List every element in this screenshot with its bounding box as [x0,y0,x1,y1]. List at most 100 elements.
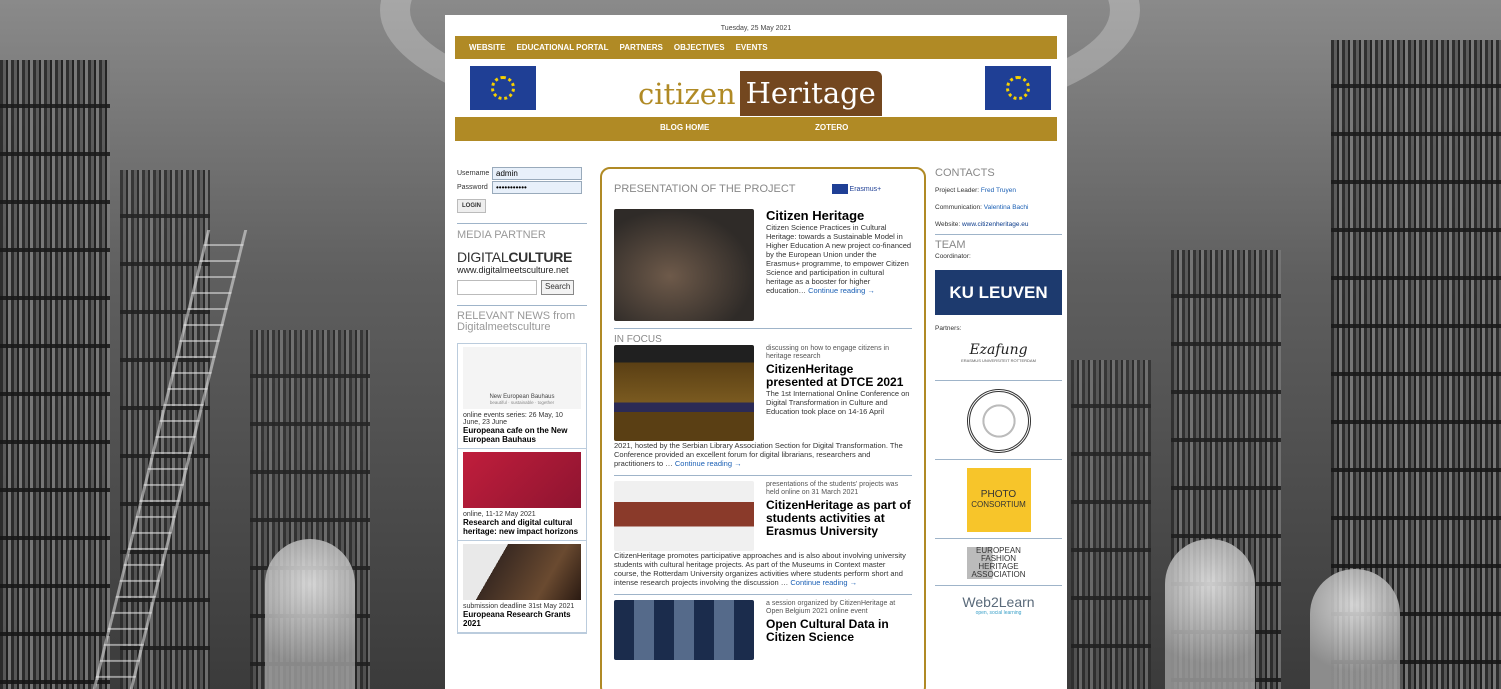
divider [935,380,1062,381]
dtce-thumbnail[interactable] [614,345,754,441]
bookshelf-left [0,60,110,689]
search-button[interactable]: Search [541,280,575,295]
current-date: Tuesday, 25 May 2021 [720,25,792,32]
nav-website[interactable]: WEBSITE [469,43,505,52]
erasmus-label: Erasmus+ [849,185,882,193]
divider [935,538,1062,539]
research-image [463,452,581,508]
logo-subtext: open, social learning [975,610,1022,616]
eu-flag-icon [985,66,1051,110]
divider [935,234,1062,235]
continue-reading-link[interactable]: Continue reading → [808,286,875,295]
logo-text: Ezafung [969,342,1028,358]
leader-label: Project Leader: [935,187,980,194]
page-container: Tuesday, 25 May 2021 WEBSITE EDUCATIONAL… [445,15,1067,689]
focus-title[interactable]: Open Cultural Data in Citizen Science [766,618,912,644]
logo-text: Web2Learn [962,594,1035,610]
logo-subtext: ERASMUS UNIVERSITEIT ROTTERDAM [961,358,1036,363]
focus-body-continued: 2021, hosted by the Serbian Library Asso… [614,441,903,468]
news-item[interactable]: online, 11-12 May 2021 Research and digi… [458,449,586,541]
ku-leuven-logo[interactable]: KU LEUVEN [935,270,1062,315]
bookshelf-right [1071,360,1151,689]
nav-partners[interactable]: PARTNERS [619,43,662,52]
news-title[interactable]: Europeana Research Grants 2021 [463,610,581,628]
divider [614,594,912,595]
news-title[interactable]: Europeana cafe on the New European Bauha… [463,426,581,444]
search-input[interactable] [457,280,537,295]
media-partner-title: MEDIA PARTNER [457,229,546,241]
focus-item: a session organized by CitizenHeritage a… [614,600,912,660]
communication-label: Communication: [935,204,982,211]
focus-meta: discussing on how to engage citizens in … [766,345,889,360]
header-banner: citizen Heritage [445,59,1067,117]
continue-reading-link[interactable]: Continue reading → [790,578,857,587]
news-item[interactable]: New European Bauhaus beautiful · sustain… [458,344,586,449]
partner-url[interactable]: www.digitalmeetsculture.net [457,265,587,275]
login-button[interactable]: LOGIN [457,199,486,213]
website-label: Website: [935,221,961,228]
statue [1165,539,1255,689]
divider [935,459,1062,460]
statue [265,539,355,689]
username-input[interactable] [492,167,582,180]
seal-icon [966,389,1031,453]
communication-link[interactable]: Valentina Bachi [984,204,1029,211]
team-title: TEAM [935,239,966,251]
focus-item: presentations of the students' projects … [614,481,912,551]
news-meta: online events series: 26 May, 10 June, 2… [463,412,563,426]
statue [1310,569,1400,689]
focus-title[interactable]: CitizenHeritage presented at DTCE 2021 [766,363,912,389]
meeting-photo[interactable] [614,209,754,321]
project-leader-link[interactable]: Fred Truyen [981,187,1016,194]
left-sidebar: Username Password LOGIN MEDIA PARTNER DI… [457,167,587,634]
web2learn-logo[interactable]: Web2Learn open, social learning [935,594,1062,616]
focus-body: CitizenHeritage promotes participative a… [614,551,906,587]
article-title[interactable]: Citizen Heritage [766,209,912,223]
erasmus-plus-logo: Erasmus+ [831,184,882,194]
bauhaus-image: New European Bauhaus beautiful · sustain… [463,347,581,409]
focus-item: discussing on how to engage citizens in … [614,345,912,441]
right-sidebar: CONTACTS Project Leader: Fred Truyen Com… [935,167,1062,616]
divider [614,328,912,329]
erasmus-thumbnail[interactable] [614,481,754,551]
photoconsortium-logo[interactable]: PHOTO CONSORTIUM [935,468,1062,532]
erasmus-university-logo[interactable]: Ezafung ERASMUS UNIVERSITEIT ROTTERDAM [935,342,1062,374]
password-input[interactable] [492,181,582,194]
logo-part: DIGITAL [457,249,509,265]
eu-flag-icon [831,184,848,194]
nav-zotero[interactable]: ZOTERO [815,123,848,132]
nav-educational-portal[interactable]: EDUCATIONAL PORTAL [516,43,608,52]
article-body: Citizen Science Practices in Cultural He… [766,223,912,295]
partners-label: Partners: [935,325,962,332]
site-logo[interactable]: citizen Heritage [638,71,882,116]
nav-events[interactable]: EVENTS [736,43,768,52]
username-label: Username [457,170,490,177]
eu-flag-icon [470,66,536,110]
news-meta: submission deadline 31st May 2021 [463,603,575,610]
focus-title[interactable]: CitizenHeritage as part of students acti… [766,499,912,538]
sub-navigation: BLOG HOME ZOTERO [455,117,1057,141]
logo-text: PHOTO [980,489,1017,500]
news-item[interactable]: submission deadline 31st May 2021 Europe… [458,541,586,633]
in-focus-title: IN FOCUS [614,334,662,345]
university-seal-logo[interactable] [935,389,1062,453]
logo-text-heritage: Heritage [739,71,882,116]
focus-body: The 1st International Online Conference … [766,389,910,416]
efha-logo[interactable]: EUROPEAN FASHION HERITAGE ASSOCIATION [935,547,1062,579]
focus-meta: a session organized by CitizenHeritage a… [766,600,896,615]
contacts-title: CONTACTS [935,167,995,179]
main-content: PRESENTATION OF THE PROJECT Erasmus+ Cit… [600,167,926,689]
project-article: Citizen Heritage Citizen Science Practic… [614,209,912,321]
open-data-thumbnail[interactable] [614,600,754,660]
news-title[interactable]: Research and digital cultural heritage: … [463,518,581,536]
grants-image [463,544,581,600]
nav-objectives[interactable]: OBJECTIVES [674,43,725,52]
logo-text: CONSORTIUM [971,500,1026,509]
website-link[interactable]: www.citizenheritage.eu [962,221,1028,228]
digital-meets-culture-logo[interactable]: DIGITALCULTURE [457,249,587,265]
continue-reading-link[interactable]: Continue reading → [675,459,742,468]
news-list: New European Bauhaus beautiful · sustain… [457,343,587,634]
nav-blog-home[interactable]: BLOG HOME [660,123,709,132]
divider [935,585,1062,586]
image-subcaption: beautiful · sustainable · together [489,400,555,405]
